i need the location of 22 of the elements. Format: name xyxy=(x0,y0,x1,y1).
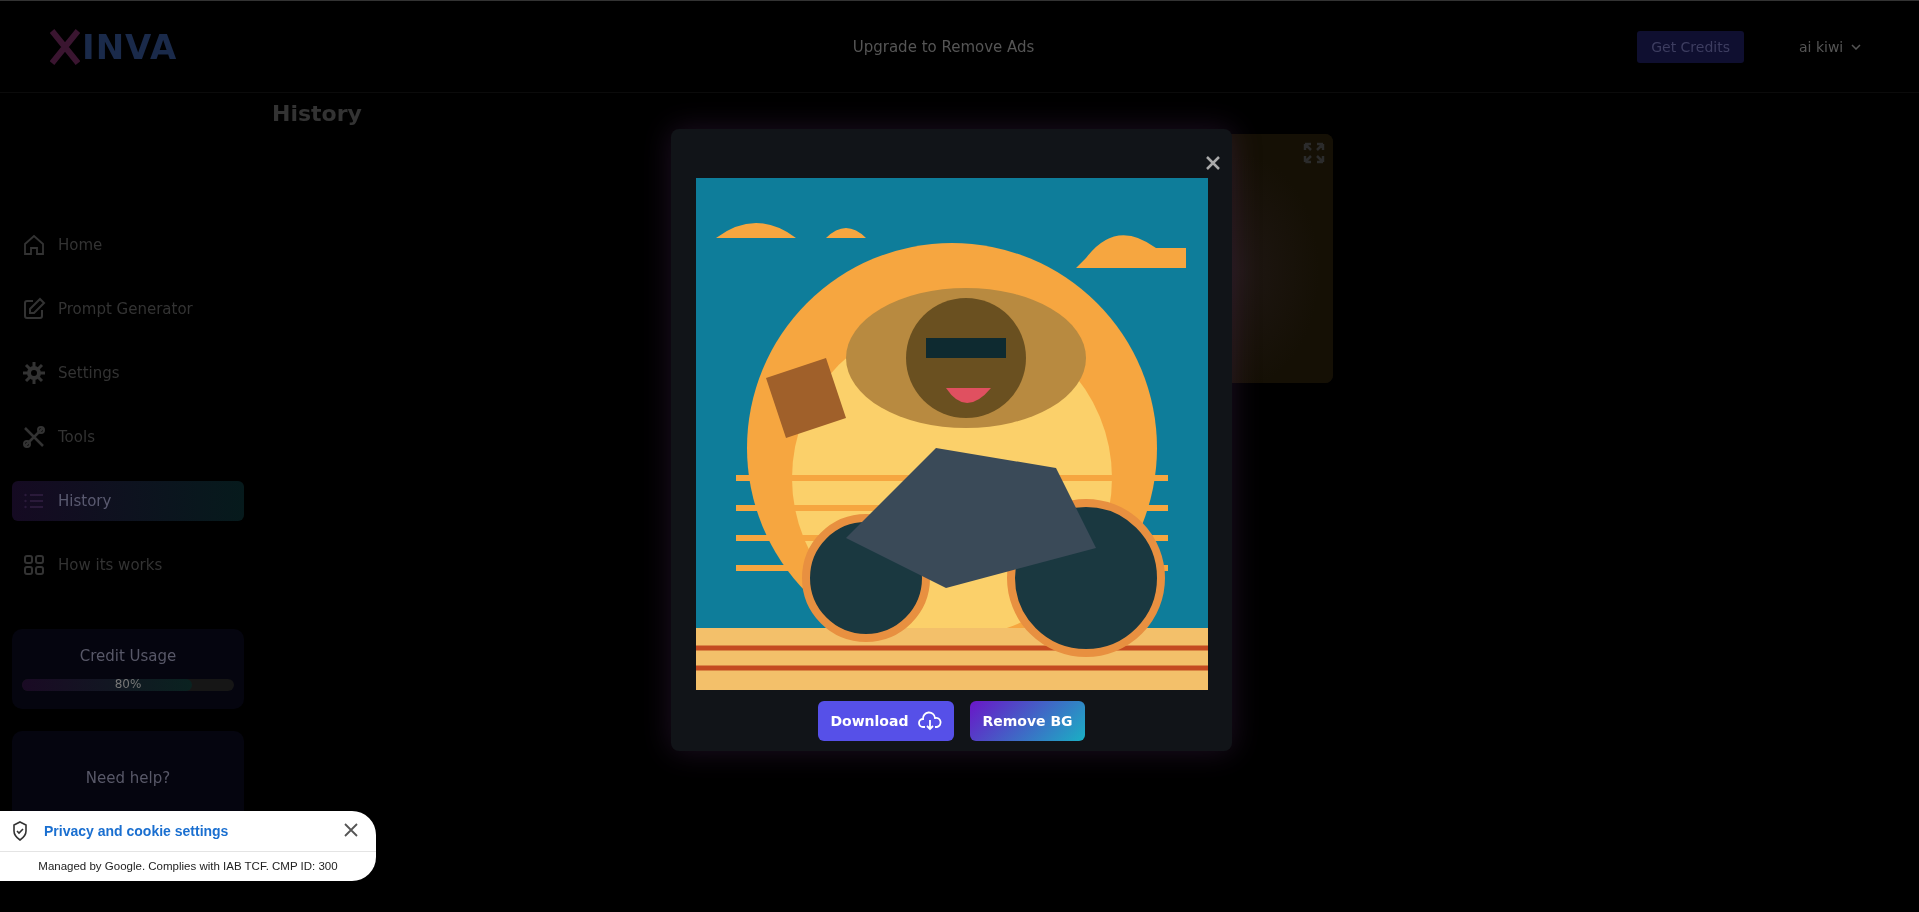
credit-usage-title: Credit Usage xyxy=(78,647,178,665)
user-name[interactable]: ai kiwi xyxy=(1799,38,1844,55)
credit-usage-reading: 80% xyxy=(114,677,142,691)
chevron-down-icon[interactable] xyxy=(1851,43,1862,50)
upgrade-link[interactable]: Upgrade to Remove Ads xyxy=(852,37,1035,56)
grid-icon xyxy=(22,553,46,577)
close-icon xyxy=(1206,156,1220,170)
help-title[interactable]: Need help? xyxy=(85,769,171,787)
download-button[interactable]: Download xyxy=(818,701,955,741)
tools-icon xyxy=(22,425,46,449)
edit-icon xyxy=(22,297,46,321)
remove-background-button[interactable]: Remove BG xyxy=(970,701,1085,741)
close-icon xyxy=(344,822,358,837)
cloud-download-icon xyxy=(918,711,943,731)
privacy-settings-link[interactable]: Privacy and cookie settings xyxy=(44,823,342,839)
home-icon xyxy=(22,233,46,257)
shield-check-icon xyxy=(12,821,28,841)
logo-mark-icon xyxy=(50,26,80,67)
settings-icon xyxy=(22,361,46,385)
sidebar-item[interactable]: History xyxy=(12,481,244,521)
logo-text[interactable]: INVA xyxy=(82,26,178,67)
cookie-notice-text: Managed by Google. Complies with IAB TCF. CMP ID: 300 xyxy=(37,859,339,874)
